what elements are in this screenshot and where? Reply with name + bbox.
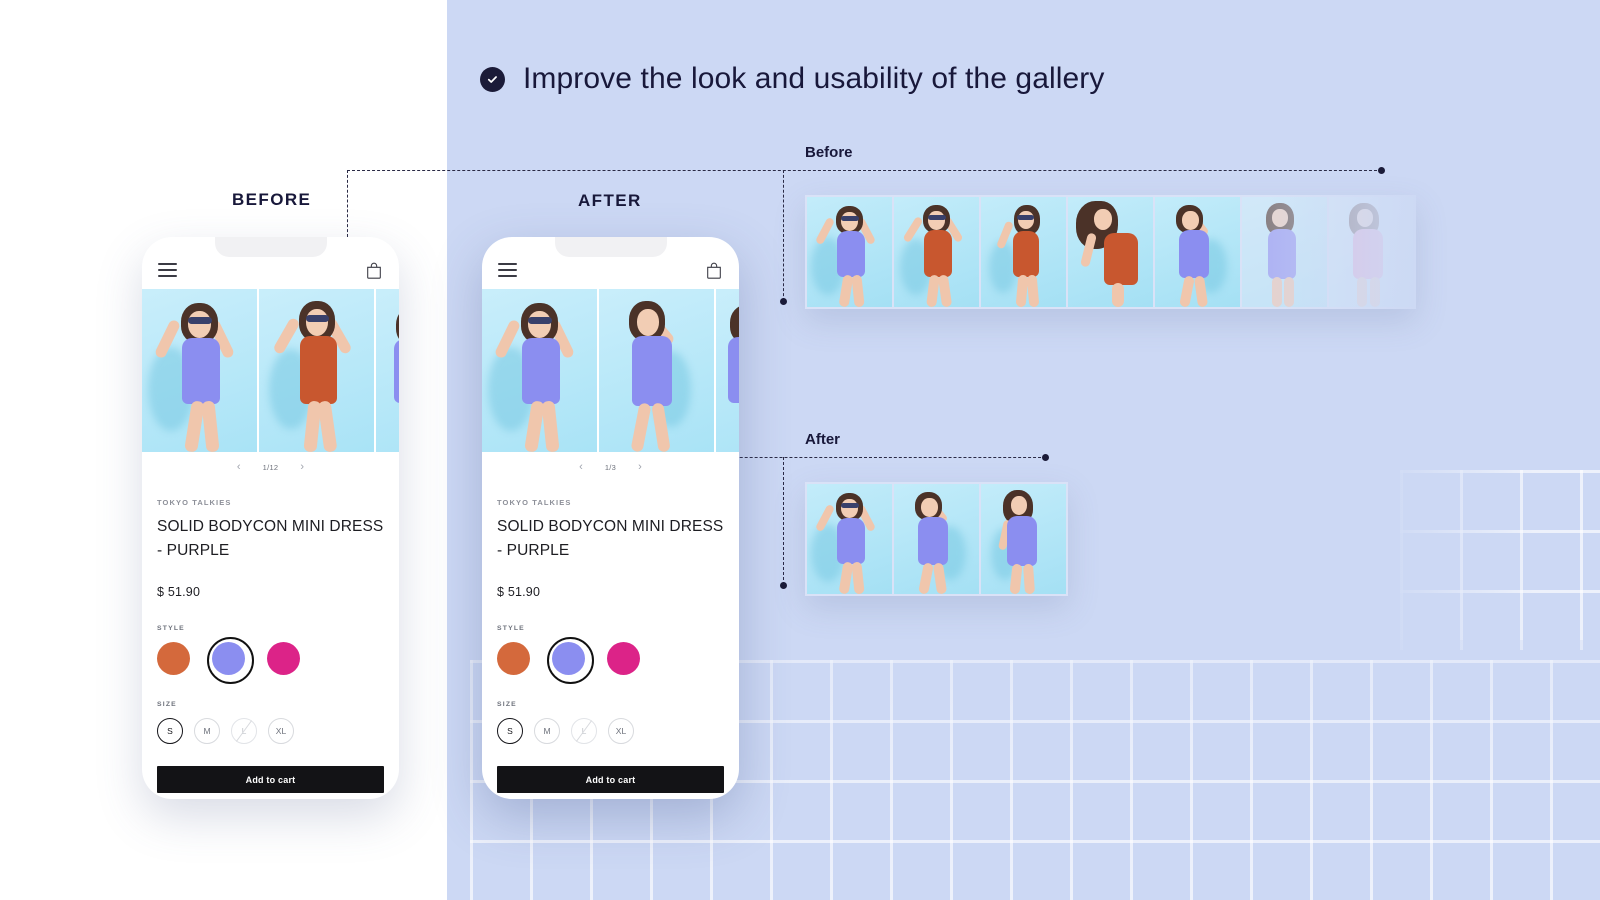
gallery-thumbnail[interactable] [1068,197,1153,307]
size-option-m[interactable]: M [534,718,560,745]
gallery-page-count: 1/3 [604,462,617,472]
size-option-l[interactable]: L [571,718,597,745]
before-connector-end-dot [1378,167,1385,174]
style-swatch-magenta[interactable] [267,642,300,676]
style-swatch-orange[interactable] [157,642,190,676]
gallery-strip-before[interactable] [805,195,1416,309]
phone-header-after [482,237,739,289]
gallery-thumbnail[interactable] [894,484,979,594]
size-option-m[interactable]: M [194,718,220,745]
gallery-thumbnail[interactable] [807,484,892,594]
gallery-slide[interactable] [482,289,597,452]
add-to-cart-button[interactable]: Add to cart [497,766,724,794]
headline-text: Improve the look and usability of the ga… [523,62,1105,95]
product-gallery-before[interactable] [142,289,399,452]
style-label: STYLE [497,625,525,633]
gallery-thumbnail[interactable] [807,197,892,307]
size-label: SIZE [497,701,517,709]
gallery-pager-before[interactable]: ‹ 1/12 › [142,452,399,482]
gallery-pager-after[interactable]: ‹ 1/3 › [482,452,739,482]
size-option-group[interactable]: S M L XL [157,718,384,745]
gallery-thumbnail[interactable] [981,197,1066,307]
after-connector-start-dot [780,582,787,589]
decorative-grid-right-fade [1380,450,1600,670]
gallery-thumbnail[interactable] [1329,197,1414,307]
gallery-slide[interactable] [599,289,714,452]
before-connector-top [347,170,1382,171]
size-option-xl[interactable]: XL [608,718,634,745]
phone-mockup-before: ‹ 1/12 › TOKYO TALKIES SOLID BODYCON MIN… [142,237,399,799]
phone-mockup-after: ‹ 1/3 › TOKYO TALKIES SOLID BODYCON MINI… [482,237,739,799]
gallery-slide[interactable] [716,289,739,452]
product-price: $ 51.90 [497,585,541,600]
gallery-slide[interactable] [376,289,399,452]
size-option-xl[interactable]: XL [268,718,294,745]
hamburger-menu-icon[interactable] [498,263,517,277]
gallery-page-count: 1/12 [262,462,279,472]
after-strip-label: After [805,431,841,448]
before-strip-label: Before [805,144,853,161]
gallery-prev-button[interactable]: ‹ [237,461,241,473]
product-price: $ 51.90 [157,585,201,600]
gallery-thumbnail[interactable] [981,484,1066,594]
hamburger-menu-icon[interactable] [158,263,177,277]
product-gallery-after[interactable] [482,289,739,452]
gallery-next-button[interactable]: › [300,461,304,473]
gallery-thumbnail[interactable] [894,197,979,307]
size-label: SIZE [157,701,177,709]
after-connector-end-dot [1042,454,1049,461]
style-swatch-purple[interactable] [207,637,254,685]
style-swatch-group[interactable] [497,637,724,685]
size-option-s[interactable]: S [157,718,183,745]
product-info-before: TOKYO TALKIES SOLID BODYCON MINI DRESS -… [142,482,399,745]
before-section-label: BEFORE [232,190,312,209]
after-section-label: AFTER [578,191,642,210]
phone-header-before [142,237,399,289]
add-to-cart-button[interactable]: Add to cart [157,766,384,794]
gallery-thumbnail[interactable] [1155,197,1240,307]
before-connector-start-dot [780,298,787,305]
size-option-l[interactable]: L [231,718,257,745]
size-option-s[interactable]: S [497,718,523,745]
shopping-bag-icon[interactable] [705,261,723,280]
style-swatch-magenta[interactable] [607,642,640,676]
page-headline: Improve the look and usability of the ga… [480,62,1105,96]
product-title: SOLID BODYCON MINI DRESS - PURPLE [497,518,724,560]
product-brand: TOKYO TALKIES [157,498,232,507]
product-info-after: TOKYO TALKIES SOLID BODYCON MINI DRESS -… [482,482,739,745]
gallery-next-button[interactable]: › [638,461,642,473]
after-connector-top [690,457,1046,458]
check-circle-icon [480,66,505,92]
style-swatch-group[interactable] [157,637,384,685]
product-title: SOLID BODYCON MINI DRESS - PURPLE [157,518,384,560]
product-brand: TOKYO TALKIES [497,498,572,507]
size-option-group[interactable]: S M L XL [497,718,724,745]
style-label: STYLE [157,625,185,633]
gallery-slide[interactable] [259,289,374,452]
after-connector-drop [783,457,784,585]
style-swatch-purple[interactable] [547,637,594,685]
gallery-strip-after[interactable] [805,482,1068,596]
screenshot-canvas: Improve the look and usability of the ga… [0,0,1600,900]
gallery-prev-button[interactable]: ‹ [579,461,583,473]
shopping-bag-icon[interactable] [365,261,383,280]
gallery-slide[interactable] [142,289,257,452]
before-connector-drop [783,170,784,301]
style-swatch-orange[interactable] [497,642,530,676]
gallery-thumbnail[interactable] [1242,197,1327,307]
